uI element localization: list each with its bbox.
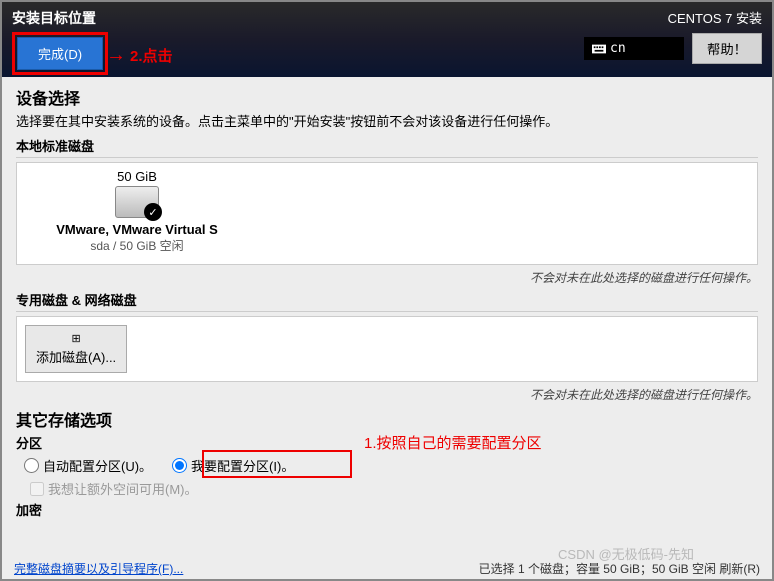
device-description: 选择要在其中安装系统的设备。点击主菜单中的"开始安装"按钮前不会对该设备进行任何… bbox=[16, 111, 758, 130]
disk-summary-link[interactable]: 完整磁盘摘要以及引导程序(F)... bbox=[14, 560, 183, 577]
keyboard-icon bbox=[592, 44, 606, 54]
done-button-highlight: 完成(D) bbox=[12, 32, 108, 75]
installer-title: CENTOS 7 安装 bbox=[584, 8, 762, 27]
disk-hint-1: 不会对未在此处选择的磁盘进行任何操作。 bbox=[16, 265, 758, 290]
page-title: 安装目标位置 bbox=[12, 8, 108, 28]
extra-space-option: 我想让额外空间可用(M)。 bbox=[30, 479, 758, 498]
keyboard-layout-label: cn bbox=[610, 41, 626, 56]
disk-name: VMware, VMware Virtual S bbox=[27, 222, 247, 237]
content-area: 设备选择 选择要在其中安装系统的设备。点击主菜单中的"开始安装"按钮前不会对该设… bbox=[2, 77, 772, 579]
done-button[interactable]: 完成(D) bbox=[17, 37, 103, 70]
auto-partition-radio[interactable] bbox=[24, 458, 39, 473]
disk-hint-2: 不会对未在此处选择的磁盘进行任何操作。 bbox=[16, 382, 758, 407]
partition-radio-row: 1.按照自己的需要配置分区 自动配置分区(U)。 我要配置分区(I)。 bbox=[24, 456, 758, 475]
arrow-right-icon: → bbox=[106, 44, 126, 67]
disk-info: sda / 50 GiB 空闲 bbox=[27, 237, 247, 254]
extra-space-checkbox bbox=[30, 482, 44, 496]
hard-drive-icon: ✓ bbox=[115, 186, 159, 218]
auto-partition-label: 自动配置分区(U)。 bbox=[43, 456, 152, 475]
header-bar: 安装目标位置 完成(D) → 2.点击 CENTOS 7 安装 cn 帮助！ bbox=[2, 2, 772, 77]
annotation-step2: → 2.点击 bbox=[106, 44, 173, 67]
add-disk-button[interactable]: ⊞ 添加磁盘(A)... bbox=[25, 325, 127, 373]
manual-partition-radio[interactable] bbox=[172, 458, 187, 473]
annotation-step2-text: 2.点击 bbox=[130, 45, 173, 66]
check-icon: ✓ bbox=[144, 203, 162, 221]
storage-heading: 其它存储选项 bbox=[16, 407, 758, 431]
watermark: CSDN @无极低码-先知 bbox=[558, 544, 694, 563]
auto-partition-option[interactable]: 自动配置分区(U)。 bbox=[24, 456, 152, 475]
encrypt-label: 加密 bbox=[16, 500, 758, 519]
add-disk-label: 添加磁盘(A)... bbox=[36, 347, 116, 366]
manual-partition-highlight bbox=[202, 450, 352, 478]
annotation-step1: 1.按照自己的需要配置分区 bbox=[364, 432, 542, 453]
special-disks-panel: ⊞ 添加磁盘(A)... bbox=[16, 316, 758, 382]
keyboard-layout[interactable]: cn bbox=[584, 37, 684, 60]
local-disks-label: 本地标准磁盘 bbox=[16, 136, 758, 158]
extra-space-label: 我想让额外空间可用(M)。 bbox=[48, 479, 198, 498]
disk-plus-icon: ⊞ bbox=[71, 332, 80, 345]
help-button[interactable]: 帮助！ bbox=[692, 33, 762, 64]
disk-size: 50 GiB bbox=[27, 169, 247, 184]
disk-item[interactable]: 50 GiB ✓ VMware, VMware Virtual S sda / … bbox=[27, 169, 247, 254]
local-disks-panel: 50 GiB ✓ VMware, VMware Virtual S sda / … bbox=[16, 162, 758, 265]
special-disks-label: 专用磁盘 & 网络磁盘 bbox=[16, 290, 758, 312]
device-heading: 设备选择 bbox=[16, 85, 758, 109]
